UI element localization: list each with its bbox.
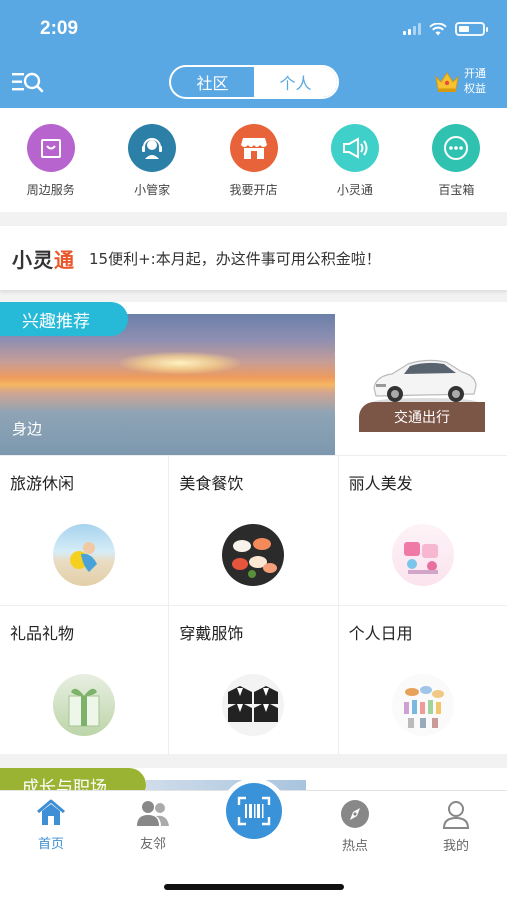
daily-goods-photo — [391, 674, 454, 736]
tab-home[interactable]: 首页 — [16, 799, 86, 852]
battery-icon — [455, 22, 488, 36]
service-row: 周边服务 小管家 我要开店 小灵通 百宝箱 — [0, 108, 507, 212]
category-apparel[interactable]: 穿戴服饰 — [169, 606, 339, 755]
category-label: 丽人美发 — [348, 474, 413, 493]
category-food[interactable]: 美食餐饮 — [169, 456, 339, 605]
wifi-icon — [429, 22, 447, 35]
category-row: 礼品礼物 穿戴服饰 个人日用 — [0, 605, 507, 755]
interest-section: 兴趣推荐 身边 交通出行 旅游休闲 美食餐饮 丽人美发 礼品礼物 穿戴服饰 个人… — [0, 302, 507, 755]
category-daily-goods[interactable]: 个人日用 — [339, 606, 507, 755]
service-label: 百宝箱 — [438, 183, 475, 197]
tab-community[interactable]: 社区 — [171, 67, 254, 97]
service-open-store[interactable]: 我要开店 — [203, 108, 304, 212]
service-label: 我要开店 — [229, 183, 278, 197]
status-time: 2:09 — [40, 18, 79, 39]
service-nearby[interactable]: 周边服务 — [0, 108, 101, 212]
beach-photo — [53, 524, 116, 586]
banner-label: 身边 — [12, 420, 43, 438]
category-label: 个人日用 — [348, 624, 413, 643]
service-label: 小灵通 — [336, 183, 373, 197]
category-beauty[interactable]: 丽人美发 — [339, 456, 507, 605]
service-label: 小管家 — [134, 183, 171, 197]
headset-icon — [128, 124, 177, 172]
vip-line1: 开通 — [464, 67, 486, 80]
category-label: 穿戴服饰 — [179, 624, 244, 643]
service-label: 周边服务 — [26, 183, 75, 197]
home-indicator — [164, 884, 344, 890]
section-badge: 兴趣推荐 — [0, 302, 128, 336]
sunset-glow — [120, 352, 240, 374]
status-icons — [403, 22, 488, 36]
car-icon — [373, 359, 477, 406]
traffic-label: 交通出行 — [359, 402, 485, 432]
tab-neighbors[interactable]: 友邻 — [118, 799, 188, 852]
scan-button[interactable] — [221, 778, 287, 844]
store-icon — [229, 124, 278, 172]
category-row: 旅游休闲 美食餐饮 丽人美发 — [0, 455, 507, 605]
crown-icon — [435, 72, 459, 92]
news-ticker[interactable]: 小灵通 15便利+:本月起，办这件事可用公积金啦！ — [0, 226, 507, 290]
news-logo-part2: 通 — [54, 247, 75, 272]
view-switcher: 社区 个人 — [169, 65, 339, 99]
category-grid: 旅游休闲 美食餐饮 丽人美发 礼品礼物 穿戴服饰 个人日用 — [0, 455, 507, 755]
compass-icon — [341, 800, 369, 828]
more-dots-icon — [432, 124, 481, 172]
sushi-photo — [222, 524, 285, 586]
service-butler[interactable]: 小管家 — [101, 108, 202, 212]
vip-benefits-button[interactable]: 开通 权益 — [434, 66, 486, 96]
scan-icon — [226, 783, 282, 839]
vip-text: 开通 权益 — [464, 66, 486, 96]
category-label: 礼品礼物 — [10, 624, 75, 643]
category-travel[interactable]: 旅游休闲 — [0, 456, 170, 605]
vip-line2: 权益 — [464, 82, 486, 95]
app-header: 2:09 社区 个人 开通 权益 — [0, 0, 507, 108]
tab-mine[interactable]: 我的 — [421, 799, 491, 854]
profile-icon — [442, 801, 470, 829]
category-label: 旅游休闲 — [10, 474, 75, 493]
signal-icon — [403, 23, 421, 35]
neighbors-icon — [137, 801, 169, 826]
beauty-photo — [391, 524, 454, 586]
menu-search-icon[interactable] — [12, 70, 44, 94]
suits-photo — [222, 674, 285, 736]
home-icon — [37, 799, 65, 825]
tab-label: 友邻 — [139, 837, 166, 852]
news-logo: 小灵通 — [12, 244, 75, 273]
service-xiaolingtong[interactable]: 小灵通 — [304, 108, 405, 212]
category-gifts[interactable]: 礼品礼物 — [0, 606, 170, 755]
tab-hot[interactable]: 热点 — [320, 799, 390, 854]
tab-personal[interactable]: 个人 — [254, 67, 337, 97]
news-logo-part1: 小灵 — [12, 247, 54, 272]
news-headline: 15便利+:本月起，办这件事可用公积金啦！ — [89, 249, 381, 268]
tab-label: 热点 — [341, 839, 368, 854]
traffic-card[interactable]: 交通出行 — [336, 314, 507, 455]
category-label: 美食餐饮 — [179, 474, 244, 493]
megaphone-icon — [330, 124, 379, 172]
gift-photo — [53, 674, 116, 736]
service-treasure-box[interactable]: 百宝箱 — [406, 108, 507, 212]
shopping-bag-icon — [26, 124, 75, 172]
tab-label: 我的 — [442, 839, 469, 854]
tab-label: 首页 — [37, 837, 64, 852]
